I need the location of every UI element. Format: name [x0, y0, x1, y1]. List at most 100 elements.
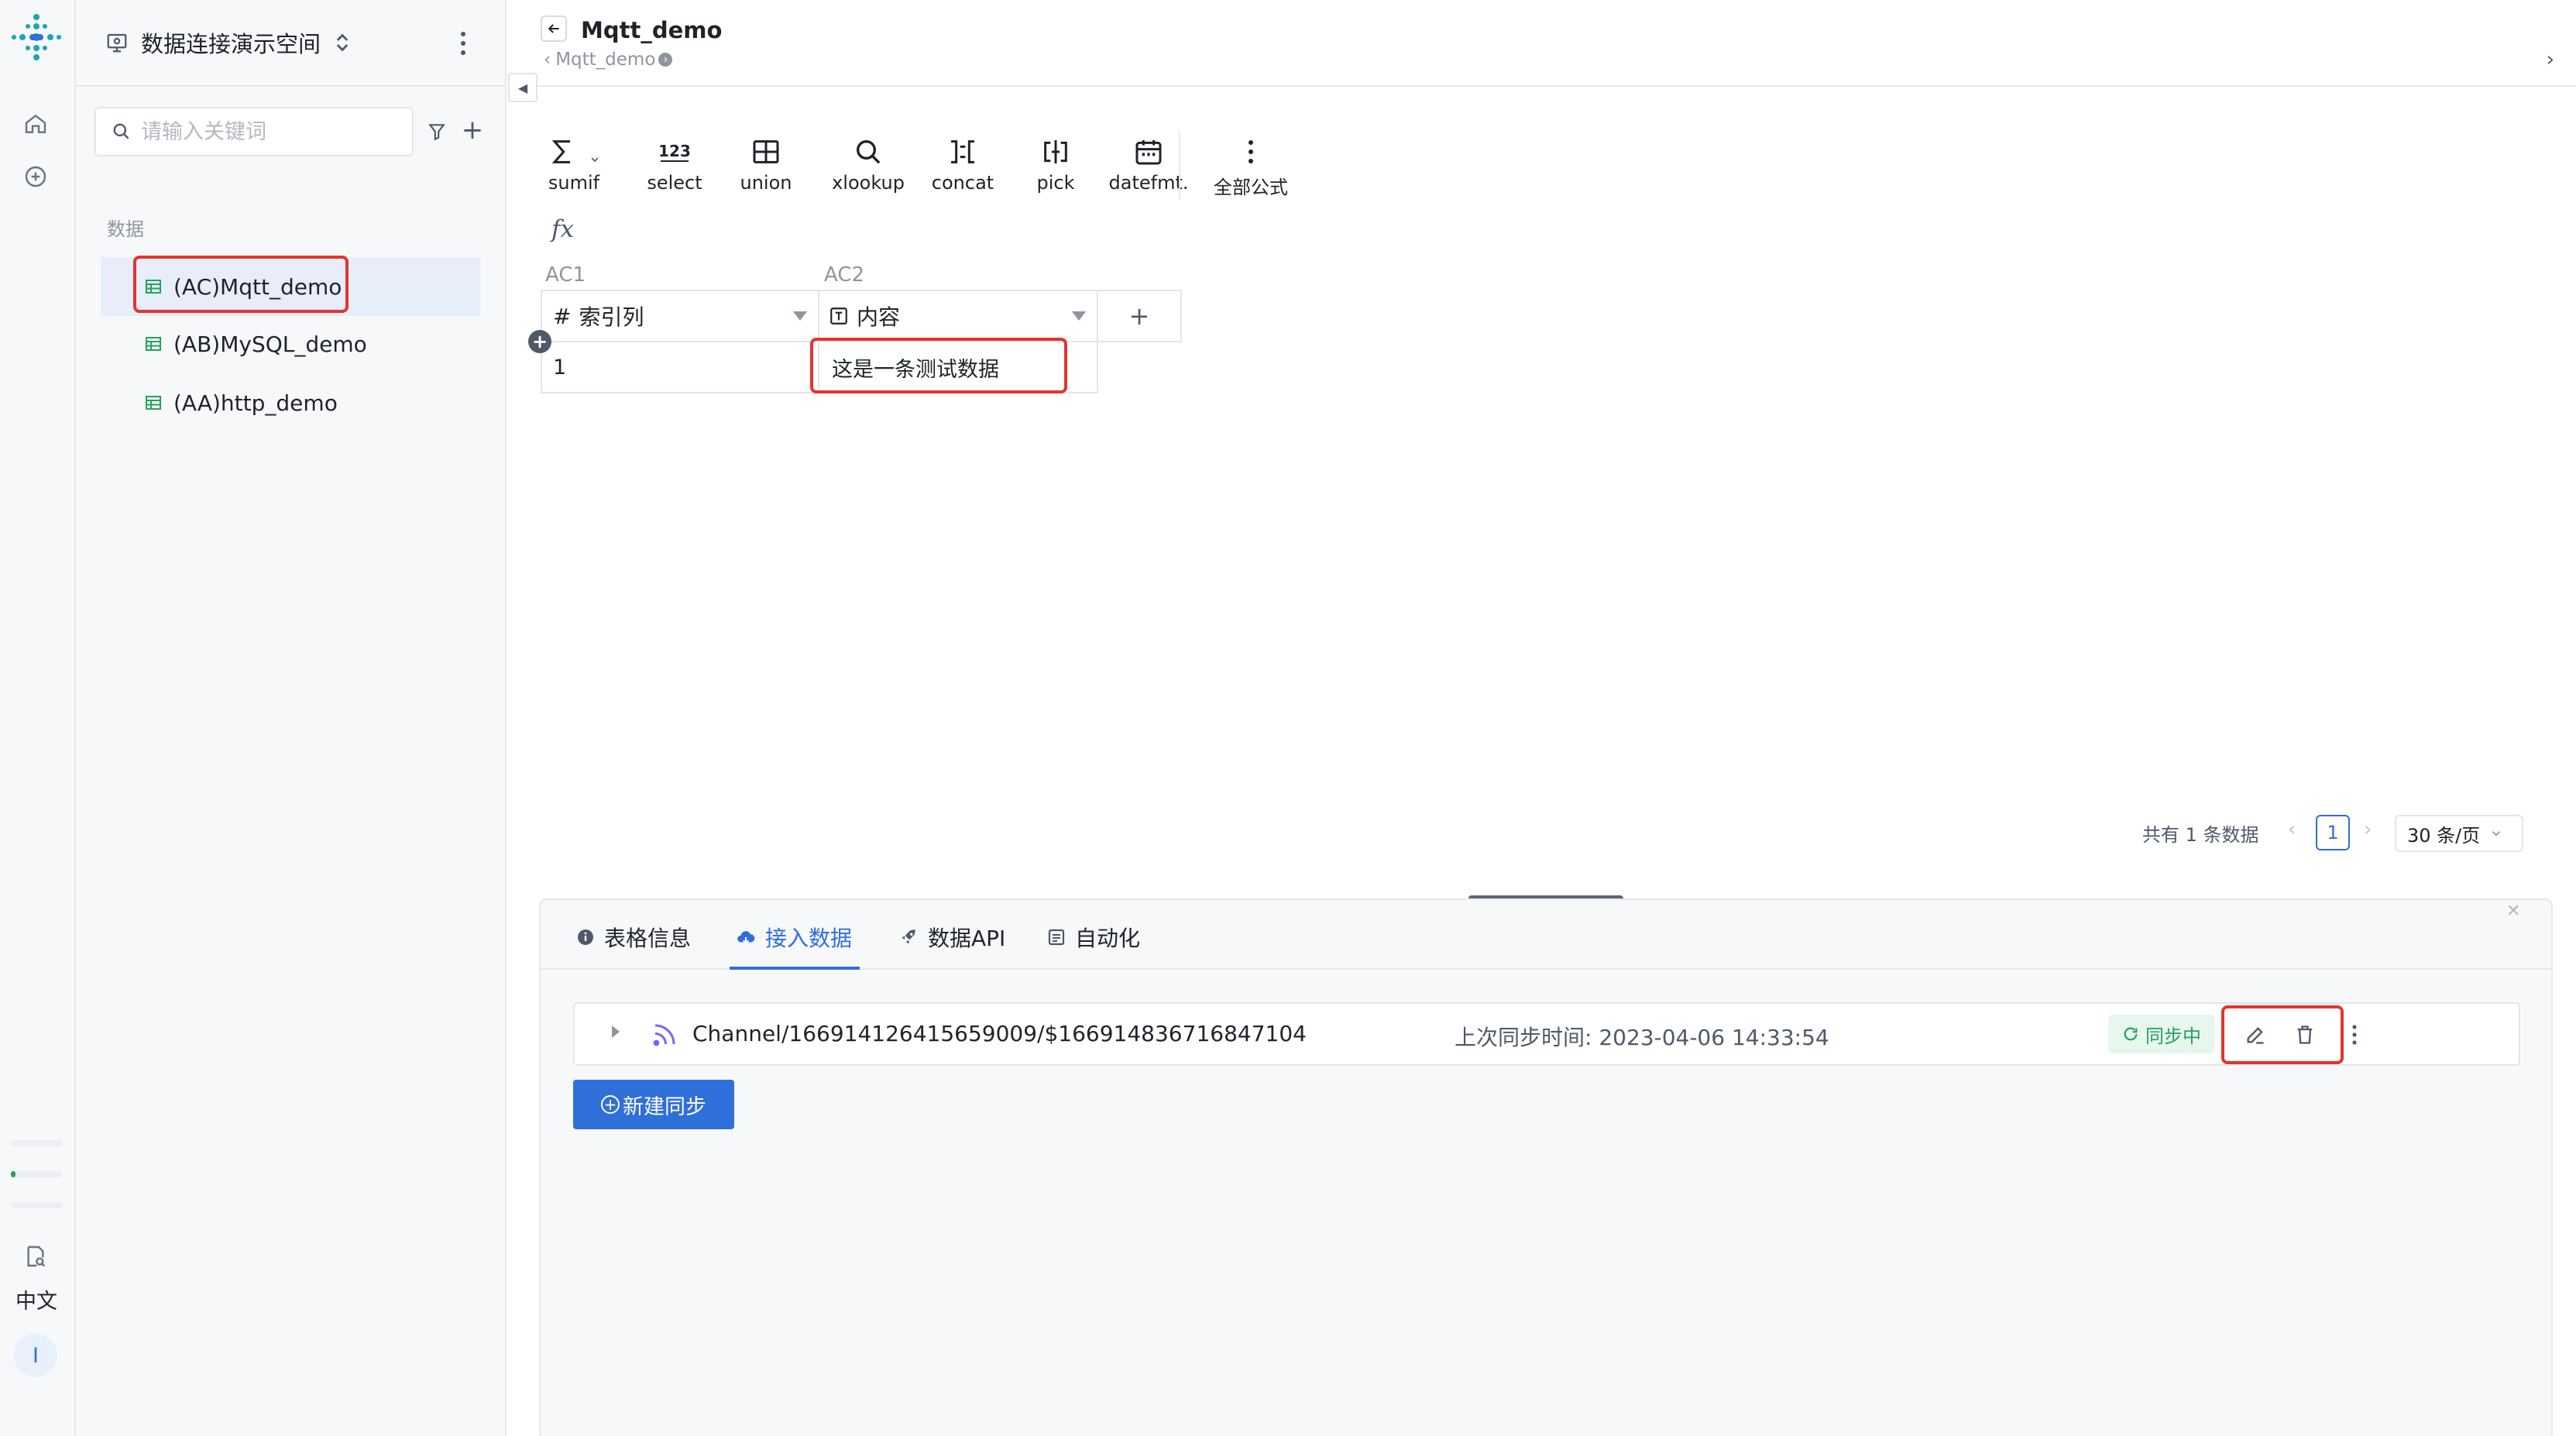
breadcrumb-arrow-icon[interactable]: ›: [658, 53, 673, 67]
add-row-icon[interactable]: +: [528, 330, 551, 353]
sidebar-item-label: (AA)http_demo: [173, 390, 338, 416]
tab-label: 接入数据: [765, 926, 853, 951]
tool-label: union: [740, 172, 792, 194]
tool-label: concat: [931, 172, 994, 194]
sidebar-item-label: (AB)MySQL_demo: [173, 331, 367, 357]
chevron-left-icon[interactable]: ‹: [2288, 818, 2296, 841]
tool-label: select: [647, 172, 702, 194]
sigma-icon: [551, 140, 570, 163]
caret-down-icon[interactable]: [793, 311, 807, 321]
workspace-title[interactable]: 数据连接演示空间: [141, 26, 321, 59]
avatar[interactable]: I: [14, 1334, 57, 1377]
table-cell[interactable]: 1: [541, 342, 819, 393]
add-column-button[interactable]: +: [1097, 290, 1182, 342]
rail-progress-bar: [11, 1202, 62, 1208]
sync-channel: Channel/166914126415659009/$166914836716…: [692, 1021, 1307, 1046]
tab-label: 数据API: [928, 926, 1006, 951]
more-vertical-icon[interactable]: [455, 29, 471, 57]
tab-ingest-data[interactable]: 接入数据: [736, 922, 852, 953]
breadcrumb[interactable]: ‹ Mqtt_demo ›: [544, 50, 673, 70]
add-table-button[interactable]: +: [459, 115, 486, 146]
expand-caret-icon[interactable]: [612, 1025, 620, 1038]
chevron-updown-icon[interactable]: [335, 32, 350, 53]
column-header-index[interactable]: # 索引列: [541, 290, 819, 342]
table-icon: [146, 396, 161, 410]
search-icon: [113, 123, 129, 139]
tool-pick[interactable]: pick: [1013, 132, 1098, 201]
tool-union[interactable]: union: [723, 132, 809, 201]
tool-label: datefmt.: [1108, 172, 1189, 194]
back-button[interactable]: [541, 15, 567, 42]
section-label: 数据: [107, 218, 144, 240]
trash-icon[interactable]: [2291, 1021, 2319, 1049]
search-input[interactable]: [141, 119, 397, 144]
document-search-icon[interactable]: [17, 1238, 54, 1275]
tool-sumif[interactable]: sumif: [531, 132, 617, 201]
main-header: Mqtt_demo ‹ Mqtt_demo › ›: [508, 0, 2576, 87]
info-icon: [578, 929, 593, 945]
collapse-sidebar-button[interactable]: ◀: [508, 73, 538, 102]
more-vertical-icon[interactable]: [2341, 1021, 2368, 1049]
home-icon[interactable]: [17, 105, 54, 143]
tab-label: 自动化: [1075, 926, 1141, 951]
sync-status-label: 同步中: [2145, 1025, 2201, 1047]
new-sync-button[interactable]: + 新建同步: [573, 1080, 734, 1129]
tab-data-api[interactable]: 数据API: [898, 922, 1005, 953]
tool-label: sumif: [548, 172, 600, 194]
active-tab-indicator: [730, 967, 860, 970]
table-icon: [146, 280, 161, 294]
pager-total: 共有 1 条数据: [2142, 824, 2259, 846]
toolbar-divider: [1179, 132, 1180, 200]
language-switch[interactable]: 中文: [0, 1284, 73, 1314]
sidebar-item-mysql-demo[interactable]: (AB)MySQL_demo: [101, 314, 480, 373]
column-header-content[interactable]: 内容: [818, 290, 1098, 342]
add-circle-icon[interactable]: [17, 158, 54, 195]
tool-xlookup[interactable]: xlookup: [826, 132, 911, 201]
rocket-icon: [902, 929, 915, 944]
chevron-right-icon[interactable]: ›: [2547, 48, 2554, 71]
filter-icon[interactable]: [423, 118, 451, 146]
edit-icon[interactable]: [2241, 1021, 2269, 1049]
table-cell[interactable]: 这是一条测试数据: [818, 342, 1098, 393]
arrow-left-icon: [548, 24, 559, 33]
breadcrumb-item[interactable]: Mqtt_demo: [555, 50, 655, 70]
chevron-down-icon[interactable]: [589, 153, 601, 166]
tool-select[interactable]: 123 select: [632, 132, 717, 201]
text-type-icon: [830, 307, 847, 325]
refresh-icon: [2124, 1027, 2138, 1041]
tab-automation[interactable]: 自动化: [1047, 922, 1140, 953]
column-header-label: 索引列: [579, 304, 644, 330]
page-size-select[interactable]: 30 条/页: [2395, 815, 2523, 852]
page-number[interactable]: 1: [2316, 815, 2350, 850]
column-code: AC2: [824, 263, 865, 287]
chevron-down-icon: [2492, 831, 2501, 837]
data-sidebar: 数据连接演示空间 + 数据 (AC)Mqtt_demo (AB)MySQL_de…: [76, 0, 507, 1436]
tool-label: 全部公式: [1214, 177, 1288, 198]
sync-row[interactable]: Channel/166914126415659009/$166914836716…: [573, 1002, 2520, 1066]
search-icon: [857, 140, 881, 164]
close-icon[interactable]: ✕: [2506, 902, 2520, 921]
concat-icon: [951, 140, 974, 163]
table-icon: [146, 337, 161, 351]
more-vertical-icon: [1249, 140, 1253, 163]
tool-all-formulas[interactable]: 全部公式: [1208, 132, 1293, 201]
sidebar-item-http-demo[interactable]: (AA)http_demo: [101, 373, 480, 432]
chevron-right-icon[interactable]: ›: [2364, 818, 2372, 841]
number-icon: 123: [658, 142, 691, 162]
app-logo-icon[interactable]: [9, 11, 64, 65]
tool-label: pick: [1036, 172, 1075, 194]
sidebar-item-mqtt-demo[interactable]: (AC)Mqtt_demo: [101, 257, 480, 316]
tab-table-info[interactable]: 表格信息: [576, 922, 691, 953]
tool-concat[interactable]: concat: [920, 132, 1005, 201]
rail-progress-bar: [11, 1140, 62, 1146]
sync-status-badge[interactable]: 同步中: [2108, 1015, 2215, 1053]
page-size-value: 30 条/页: [2407, 824, 2481, 847]
fx-icon[interactable]: fx: [551, 215, 574, 243]
pick-icon: [1044, 140, 1067, 163]
tab-label: 表格信息: [604, 926, 692, 951]
new-sync-label: 新建同步: [623, 1094, 706, 1119]
cloud-icon: [737, 931, 755, 945]
caret-down-icon[interactable]: [1072, 311, 1086, 321]
page-title: Mqtt_demo: [581, 17, 723, 43]
calendar-icon: [1135, 140, 1162, 165]
